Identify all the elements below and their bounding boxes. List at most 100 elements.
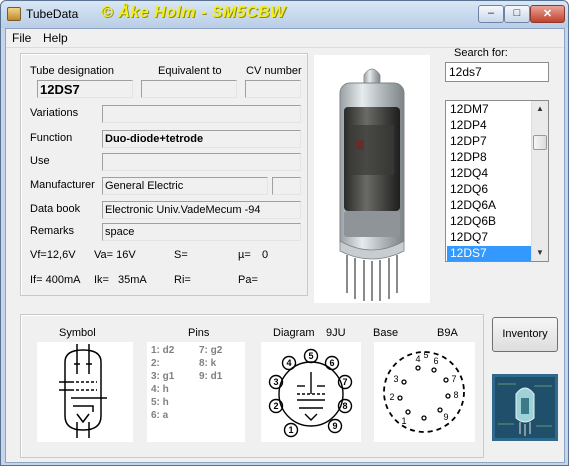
function-label: Function — [30, 132, 73, 144]
pin-7: 7: g2 — [199, 345, 223, 356]
list-item[interactable]: 12DQ4 — [447, 166, 532, 182]
variations-label: Variations — [30, 107, 79, 119]
manufacturer-label: Manufacturer — [30, 179, 95, 191]
maximize-button[interactable]: □ — [504, 5, 530, 23]
menu-bar: File Help — [6, 29, 564, 48]
tube-list[interactable]: 12DM7 12DP4 12DP7 12DP8 12DQ4 12DQ6 12DQ… — [445, 100, 549, 262]
diagram-label: Diagram — [273, 327, 315, 339]
scroll-thumb[interactable] — [533, 135, 547, 150]
list-item[interactable]: 12DM7 — [447, 102, 532, 118]
cv-label: CV number — [246, 65, 302, 77]
designation-label: Tube designation — [30, 65, 114, 77]
menu-file[interactable]: File — [12, 31, 31, 45]
svg-text:5: 5 — [308, 351, 313, 361]
tube-photo — [314, 55, 430, 303]
symbol-label: Symbol — [59, 327, 96, 339]
base-code: B9A — [437, 327, 458, 339]
svg-text:9: 9 — [332, 421, 337, 431]
list-item-selected[interactable]: 12DS7 — [447, 246, 532, 261]
svg-text:6: 6 — [433, 356, 438, 366]
pin-5: 5: h — [151, 397, 169, 408]
svg-text:1: 1 — [401, 416, 406, 426]
svg-text:7: 7 — [451, 374, 456, 384]
diagram-code: 9JU — [326, 327, 346, 339]
inventory-button[interactable]: Inventory — [492, 317, 558, 352]
scroll-up-icon[interactable]: ▲ — [532, 101, 548, 117]
manufacturer-field: General Electric — [102, 177, 268, 195]
svg-text:8: 8 — [342, 401, 347, 411]
tube-symbol — [37, 342, 133, 442]
ri-value: Ri= — [174, 274, 191, 286]
pin-8: 8: k — [199, 358, 217, 369]
use-label: Use — [30, 155, 50, 167]
close-button[interactable]: ✕ — [530, 5, 565, 23]
use-field — [102, 153, 301, 171]
list-item[interactable]: 12DP4 — [447, 118, 532, 134]
client-area: File Help Tube designation Equivalent to… — [5, 28, 565, 463]
scroll-down-icon[interactable]: ▼ — [532, 245, 548, 261]
window-title: TubeData — [26, 7, 79, 21]
pa-value: Pa= — [238, 274, 258, 286]
minimize-button[interactable]: – — [478, 5, 504, 23]
s-value: S= — [174, 249, 188, 261]
base-label: Base — [373, 327, 399, 339]
svg-text:3: 3 — [273, 377, 278, 387]
equivalent-field — [141, 80, 237, 98]
list-scrollbar[interactable]: ▲ ▼ — [531, 101, 548, 261]
svg-text:5: 5 — [423, 350, 428, 360]
mu-value: 0 — [262, 249, 269, 261]
pin-9: 9: d1 — [199, 371, 223, 382]
list-item[interactable]: 12DP8 — [447, 150, 532, 166]
pin-diagram: 5 67 89 4 3 2 1 — [261, 342, 361, 442]
databook-label: Data book — [30, 203, 81, 215]
svg-text:9: 9 — [443, 412, 448, 422]
app-window: TubeData © Åke Holm - SM5CBW – □ ✕ File … — [0, 0, 569, 466]
svg-text:7: 7 — [342, 377, 347, 387]
tube-info-group: Tube designation Equivalent to CV number… — [20, 53, 308, 296]
vf-value: Vf=12,6V — [30, 249, 76, 261]
title-bar[interactable]: TubeData © Åke Holm - SM5CBW – □ ✕ — [1, 1, 568, 28]
equivalent-label: Equivalent to — [158, 65, 222, 77]
minimize-icon: – — [487, 7, 495, 19]
designation-field: 12DS7 — [37, 80, 133, 98]
list-item[interactable]: 12DQ7 — [447, 230, 532, 246]
ik-label: Ik= — [94, 274, 109, 286]
pin-6: 6: a — [151, 410, 169, 421]
svg-text:2: 2 — [389, 392, 394, 402]
pin-1: 1: d2 — [151, 345, 175, 356]
pin-list: 1: d2 2: 3: g1 4: h 5: h 6: a 7: g2 8: k… — [147, 342, 245, 442]
maximize-icon: □ — [513, 7, 521, 19]
remarks-field: space — [102, 223, 301, 241]
if-value: If= 400mA — [30, 274, 81, 286]
app-icon — [7, 7, 21, 21]
svg-text:4: 4 — [415, 354, 420, 364]
list-item[interactable]: 12DQ6 — [447, 182, 532, 198]
pin-3: 3: g1 — [151, 371, 175, 382]
svg-text:6: 6 — [329, 358, 334, 368]
search-label: Search for: — [454, 47, 508, 59]
svg-text:2: 2 — [273, 401, 278, 411]
diagrams-group: Symbol Pins Diagram 9JU Base B9A 1: d2 2… — [20, 314, 484, 458]
svg-text:1: 1 — [288, 425, 293, 435]
menu-help[interactable]: Help — [43, 31, 68, 45]
function-field: Duo-diode+tetrode — [102, 130, 301, 148]
list-item[interactable]: 12DQ6B — [447, 214, 532, 230]
pin-4: 4: h — [151, 384, 169, 395]
svg-text:8: 8 — [453, 390, 458, 400]
variations-field — [102, 105, 301, 123]
pins-label: Pins — [188, 327, 210, 339]
svg-text:3: 3 — [393, 374, 398, 384]
remarks-label: Remarks — [30, 225, 75, 237]
list-item[interactable]: 12DQ6A — [447, 198, 532, 214]
search-input[interactable]: 12ds7 — [445, 62, 549, 82]
manufacturer-extra-field — [272, 177, 301, 195]
svg-text:4: 4 — [286, 358, 291, 368]
cv-field — [245, 80, 301, 98]
ik-value: 35mA — [118, 274, 147, 286]
va-value: Va= 16V — [94, 249, 136, 261]
mu-label: µ= — [238, 249, 251, 261]
databook-field: Electronic Univ.VadeMecum -94 — [102, 201, 301, 219]
list-item[interactable]: 12DP7 — [447, 134, 532, 150]
pin-2: 2: — [151, 358, 160, 369]
app-logo — [492, 374, 558, 441]
